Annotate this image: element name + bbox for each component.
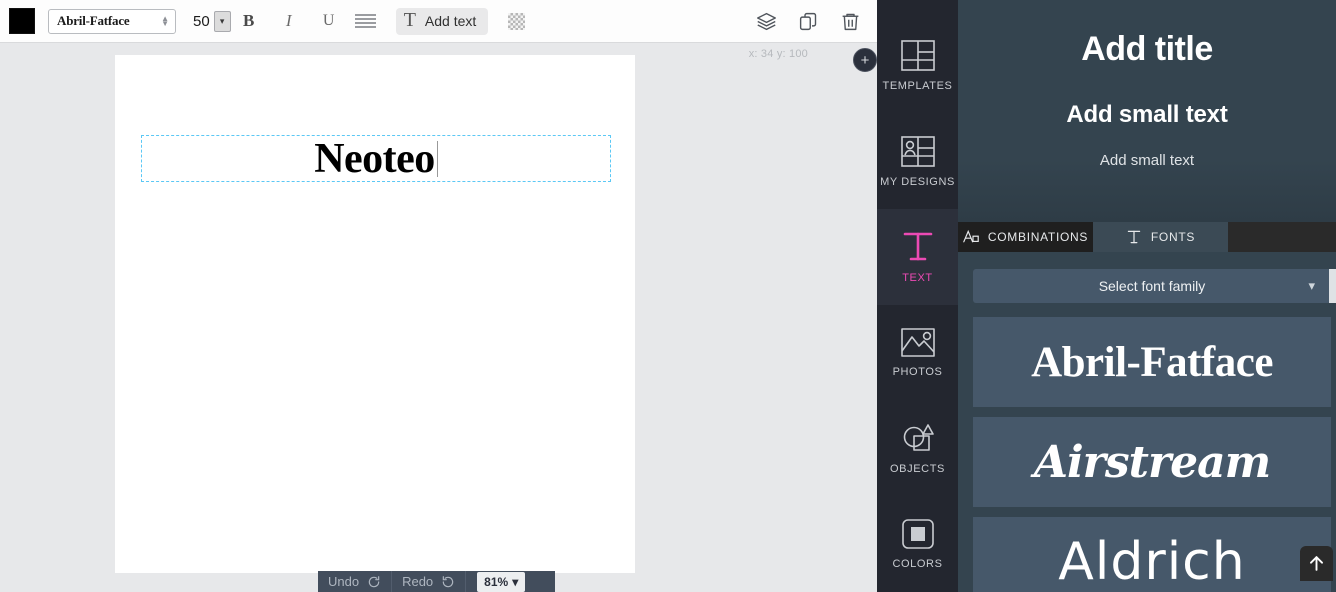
checkerboard-icon[interactable] [508,12,526,30]
fonts-list-body: Select font family ▾ Abril-Fatface Airst… [958,252,1336,592]
bold-button[interactable]: B [237,6,261,36]
text-element-value: Neoteo [314,135,435,182]
top-toolbar: Abril-Fatface ▲ ▼ 50 ▾ B I U T Add text [0,0,877,43]
sidebar-item-label: COLORS [892,557,943,570]
redo-arrow-icon [441,575,455,589]
font-family-input[interactable]: Abril-Fatface ▲ ▼ [48,8,176,34]
panel-tabs: COMBINATIONS FONTS [958,222,1336,252]
toolbar-actions [756,11,877,32]
design-editor-app: Abril-Fatface ▲▼ 50 ▾ B I U T Add text [0,0,1336,592]
cursor-coordinates: x: 34 y: 100 [748,48,808,60]
letter-t-icon [1126,229,1142,245]
font-name-label: Aldrich [1058,532,1246,592]
font-family-select-value: Select font family [1098,278,1206,294]
sidebar-item-label: TEMPLATES [882,79,953,92]
font-list-item-aldrich[interactable]: Aldrich [973,517,1331,592]
portrait-layout-icon [900,135,935,167]
italic-button[interactable]: I [277,6,301,36]
undo-arrow-icon [367,575,381,589]
undo-button[interactable]: Undo [318,571,393,592]
text-cursor-icon: T [403,9,416,31]
font-list-item-abril-fatface[interactable]: Abril-Fatface [973,317,1331,407]
font-family-select[interactable]: Select font family ▾ [973,269,1331,303]
font-size-dropdown-icon[interactable]: ▾ [213,10,231,32]
photo-mountain-icon [900,328,935,357]
duplicate-icon[interactable] [798,11,819,32]
text-align-icon[interactable] [354,14,376,28]
shapes-icon [901,423,935,454]
preview-add-title[interactable]: Add title [1081,30,1213,69]
underline-button[interactable]: U [317,6,341,36]
text-preview-area: Add title Add small text Add small text [958,0,1336,222]
redo-label: Redo [402,574,434,589]
font-list-item-airstream[interactable]: Airstream [973,417,1331,507]
add-text-label: Add text [424,13,477,29]
plus-circle-icon[interactable]: + [853,48,877,72]
scroll-to-top-button[interactable] [1300,546,1333,581]
layers-icon[interactable] [756,11,777,32]
font-name-label: Abril-Fatface [1031,338,1273,386]
redo-button[interactable]: Redo [392,571,467,592]
text-element-selection-box[interactable]: Neoteo [141,135,611,182]
font-family-spinner-icon: ▲ ▼ [161,14,169,28]
zoom-level-value: 81% [484,574,509,589]
tool-sidebar: TEMPLATES MY DESIGNS TEXT PHOTOS OBJECTS… [877,0,958,592]
sidebar-item-my-designs[interactable]: MY DESIGNS [877,114,958,210]
undo-label: Undo [328,574,360,589]
sidebar-item-label: PHOTOS [892,365,943,378]
trash-icon[interactable] [840,11,861,32]
sidebar-item-label: MY DESIGNS [880,175,955,188]
add-text-button[interactable]: T Add text [395,7,489,35]
color-square-icon [901,518,934,549]
sidebar-item-colors[interactable]: COLORS [877,496,958,592]
sidebar-item-templates[interactable]: TEMPLATES [877,18,958,114]
tab-combinations[interactable]: COMBINATIONS [958,222,1093,252]
arrow-up-icon [1307,554,1326,573]
design-page[interactable]: Neoteo [115,55,635,573]
sidebar-item-label: TEXT [902,272,933,285]
tabs-filler [1228,222,1336,252]
text-caret [436,140,438,177]
letter-a-icon [963,229,979,245]
letter-t-icon [901,230,935,263]
chevron-down-icon: ▾ [1308,278,1315,293]
sidebar-item-text[interactable]: TEXT [877,209,958,306]
grid-layout-icon [900,40,935,71]
tab-combinations-label: COMBINATIONS [987,230,1089,244]
sidebar-item-label: OBJECTS [890,462,945,475]
preview-add-small-text[interactable]: Add small text [1100,152,1194,169]
sidebar-item-objects[interactable]: OBJECTS [877,401,958,497]
canvas-workspace: x: 34 y: 100 + Neoteo Undo Redo 81% ▾ [0,43,877,592]
chevron-down-icon: ▾ [512,574,519,589]
text-panel: Add title Add small text Add small text … [958,0,1336,592]
preview-add-subtitle[interactable]: Add small text [1066,101,1227,129]
tab-fonts-label: FONTS [1150,230,1196,244]
text-color-swatch[interactable] [9,8,35,34]
zoom-level-dropdown[interactable]: 81% ▾ [477,571,526,592]
undo-redo-bar: Undo Redo 81% ▾ [318,571,555,592]
font-name-label: Airstream [1033,436,1271,488]
sidebar-item-photos[interactable]: PHOTOS [877,305,958,401]
font-family-value: Abril-Fatface [57,13,130,28]
font-size-value[interactable]: 50 [193,13,210,30]
panel-scrollbar[interactable] [1329,269,1336,303]
tab-fonts[interactable]: FONTS [1093,222,1228,252]
